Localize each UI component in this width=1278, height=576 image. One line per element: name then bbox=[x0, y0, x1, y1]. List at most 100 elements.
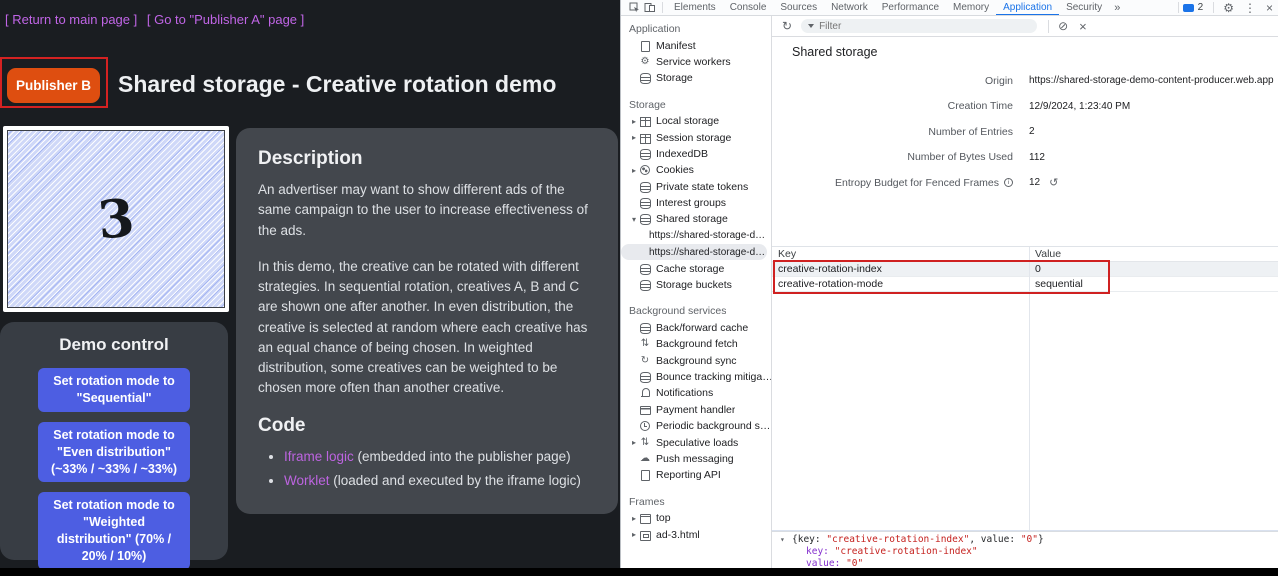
expanded-triangle-icon[interactable]: ▾ bbox=[780, 534, 792, 546]
expander-icon[interactable] bbox=[629, 514, 639, 523]
iframe-logic-link[interactable]: Iframe logic bbox=[284, 449, 354, 464]
arrows-up-down-icon: ⇅ bbox=[639, 437, 651, 449]
metadata-fields: Origin https://shared-storage-demo-conte… bbox=[772, 68, 1278, 196]
sidebar-section-background-services: Background services bbox=[621, 303, 771, 319]
sidebar-item-shared-storage-origin-1[interactable]: https://shared-storage-d… bbox=[621, 228, 771, 244]
set-sequential-button[interactable]: Set rotation mode to "Sequential" bbox=[38, 368, 190, 412]
sync-arrows-icon: ↻ bbox=[639, 355, 651, 367]
block-clear-icon[interactable]: ⊘ bbox=[1058, 19, 1068, 33]
toolbar-divider bbox=[1213, 2, 1214, 13]
sidebar-item-periodic-background-sync[interactable]: Periodic background s… bbox=[621, 418, 771, 434]
description-paragraph-2: In this demo, the creative can be rotate… bbox=[258, 257, 596, 399]
inspect-element-icon[interactable] bbox=[626, 0, 642, 15]
expander-icon[interactable] bbox=[629, 117, 639, 126]
screen: [ Return to main page ] [ Go to "Publish… bbox=[0, 0, 1278, 576]
sidebar-item-frame-top[interactable]: top bbox=[621, 510, 771, 526]
frame-icon bbox=[639, 512, 651, 524]
sidebar-item-storage[interactable]: Storage bbox=[621, 70, 771, 86]
tab-sources[interactable]: Sources bbox=[773, 0, 824, 16]
sidebar-section-storage: Storage bbox=[621, 97, 771, 113]
description-heading: Description bbox=[258, 148, 596, 170]
set-even-distribution-button[interactable]: Set rotation mode to "Even distribution"… bbox=[38, 422, 190, 483]
sidebar-item-storage-buckets[interactable]: Storage buckets bbox=[621, 277, 771, 293]
sidebar-item-background-fetch[interactable]: ⇅Background fetch bbox=[621, 336, 771, 352]
sidebar-item-cookies[interactable]: Cookies bbox=[621, 162, 771, 178]
expander-icon[interactable] bbox=[629, 438, 639, 447]
arrows-up-down-icon: ⇅ bbox=[639, 338, 651, 350]
issues-count: 2 bbox=[1198, 2, 1204, 13]
sidebar-item-back-forward-cache[interactable]: Back/forward cache bbox=[621, 320, 771, 336]
panel-heading: Shared storage bbox=[792, 45, 877, 59]
devtools-window: Elements Console Sources Network Perform… bbox=[620, 0, 1278, 568]
entry-preview-pane: ▾{key: "creative-rotation-index", value:… bbox=[772, 531, 1278, 568]
sidebar-item-indexeddb[interactable]: IndexedDB bbox=[621, 146, 771, 162]
grid-column-divider bbox=[1029, 247, 1030, 530]
expander-icon[interactable] bbox=[629, 133, 639, 142]
database-icon bbox=[639, 279, 651, 291]
expander-icon[interactable] bbox=[629, 215, 639, 224]
sidebar-item-interest-groups[interactable]: Interest groups bbox=[621, 195, 771, 211]
info-icon[interactable]: i bbox=[1004, 178, 1013, 187]
code-list-item: Worklet (loaded and executed by the ifra… bbox=[284, 471, 596, 491]
refresh-icon[interactable]: ↻ bbox=[782, 19, 792, 33]
sidebar-section-application: Application bbox=[621, 21, 771, 37]
grid-row-creative-rotation-mode[interactable]: creative-rotation-mode sequential bbox=[772, 277, 1278, 292]
toolbar-divider bbox=[662, 2, 663, 13]
sidebar-item-reporting-api[interactable]: Reporting API bbox=[621, 467, 771, 483]
sidebar-item-speculative-loads[interactable]: ⇅Speculative loads bbox=[621, 434, 771, 450]
close-devtools-icon[interactable]: × bbox=[1261, 1, 1278, 15]
tab-performance[interactable]: Performance bbox=[875, 0, 946, 16]
table-icon bbox=[639, 115, 651, 127]
tab-application[interactable]: Application bbox=[996, 0, 1059, 16]
sidebar-item-session-storage[interactable]: Session storage bbox=[621, 129, 771, 145]
sidebar-item-shared-storage-origin-2-selected[interactable]: https://shared-storage-d… bbox=[621, 244, 767, 260]
document-icon bbox=[639, 469, 651, 481]
set-weighted-distribution-button[interactable]: Set rotation mode to "Weighted distribut… bbox=[38, 492, 190, 568]
service-workers-gear-icon: ⚙ bbox=[639, 56, 651, 68]
device-toolbar-icon[interactable] bbox=[642, 0, 658, 15]
sidebar-item-service-workers[interactable]: ⚙Service workers bbox=[621, 54, 771, 70]
filter-funnel-icon bbox=[808, 24, 814, 28]
code-item-text: (loaded and executed by the iframe logic… bbox=[330, 473, 581, 488]
sidebar-item-background-sync[interactable]: ↻Background sync bbox=[621, 352, 771, 368]
sidebar-item-frame-ad3[interactable]: ad-3.html bbox=[621, 526, 771, 542]
devtools-tabbar: Elements Console Sources Network Perform… bbox=[621, 0, 1278, 16]
sidebar-item-bounce-tracking-mitigations[interactable]: Bounce tracking mitiga… bbox=[621, 369, 771, 385]
kebab-menu-icon[interactable]: ⋮ bbox=[1239, 1, 1261, 15]
sidebar-item-local-storage[interactable]: Local storage bbox=[621, 113, 771, 129]
table-icon bbox=[639, 132, 651, 144]
field-row-origin: Origin https://shared-storage-demo-conte… bbox=[772, 68, 1278, 94]
expander-icon[interactable] bbox=[629, 166, 639, 175]
field-row-creation-time: Creation Time 12/9/2024, 1:23:40 PM bbox=[772, 94, 1278, 120]
tab-memory[interactable]: Memory bbox=[946, 0, 996, 16]
sidebar-item-payment-handler[interactable]: Payment handler bbox=[621, 402, 771, 418]
more-tabs-icon[interactable]: » bbox=[1109, 2, 1125, 14]
expander-icon[interactable] bbox=[629, 530, 639, 539]
toolbar-divider bbox=[1178, 2, 1179, 13]
database-icon bbox=[639, 72, 651, 84]
return-to-main-page-link[interactable]: [ Return to main page ] bbox=[5, 12, 137, 27]
filter-input[interactable] bbox=[819, 21, 999, 32]
delete-all-icon[interactable]: × bbox=[1079, 19, 1087, 34]
field-row-bytes-used: Number of Bytes Used 112 bbox=[772, 145, 1278, 171]
creative-ad-image: 3 bbox=[3, 126, 229, 312]
tab-network[interactable]: Network bbox=[824, 0, 875, 16]
sidebar-item-cache-storage[interactable]: Cache storage bbox=[621, 260, 771, 276]
sidebar-item-shared-storage[interactable]: Shared storage bbox=[621, 211, 771, 227]
sidebar-item-push-messaging[interactable]: ☁Push messaging bbox=[621, 451, 771, 467]
issues-icon[interactable] bbox=[1183, 4, 1194, 12]
reset-budget-icon[interactable]: ↺ bbox=[1049, 176, 1058, 189]
worklet-link[interactable]: Worklet bbox=[284, 473, 330, 488]
sidebar-item-notifications[interactable]: Notifications bbox=[621, 385, 771, 401]
bell-icon bbox=[639, 387, 651, 399]
sidebar-item-manifest[interactable]: Manifest bbox=[621, 37, 771, 53]
toolbar-divider bbox=[1048, 20, 1049, 33]
tab-security[interactable]: Security bbox=[1059, 0, 1109, 16]
settings-gear-icon[interactable]: ⚙ bbox=[1218, 1, 1239, 15]
tab-console[interactable]: Console bbox=[723, 0, 774, 16]
publisher-b-button[interactable]: Publisher B bbox=[7, 68, 100, 103]
tab-elements[interactable]: Elements bbox=[667, 0, 723, 16]
go-to-publisher-a-link[interactable]: [ Go to "Publisher A" page ] bbox=[147, 12, 304, 27]
grid-row-creative-rotation-index[interactable]: creative-rotation-index 0 bbox=[772, 262, 1278, 277]
sidebar-item-private-state-tokens[interactable]: Private state tokens bbox=[621, 179, 771, 195]
